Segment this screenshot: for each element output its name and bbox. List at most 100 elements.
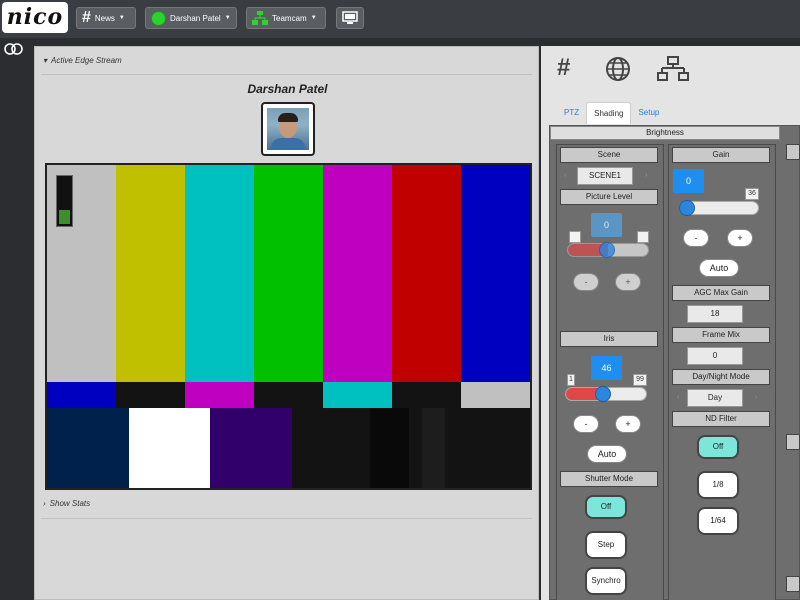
color-bar <box>210 408 292 488</box>
color-bar <box>461 382 530 408</box>
picture-level-max <box>637 231 649 243</box>
iris-value: 46 <box>591 356 622 380</box>
brightness-column-left: Scene ‹ SCENE1 › Picture Level 0 - + Iri… <box>556 144 664 600</box>
gain-plus-button[interactable]: + <box>727 229 753 247</box>
chevron-left-icon[interactable]: ‹ <box>677 394 679 401</box>
color-bars-middle <box>47 382 530 408</box>
chevron-left-icon[interactable]: ‹ <box>564 172 566 179</box>
chevron-down-icon: ▼ <box>118 15 125 21</box>
color-bar <box>392 165 461 382</box>
color-bar <box>254 382 323 408</box>
tab-shading[interactable]: Shading <box>586 102 632 124</box>
news-dropdown-button[interactable]: # News ▼ <box>76 7 136 29</box>
color-bar <box>185 382 254 408</box>
hash-icon: # <box>82 9 91 26</box>
picture-level-min <box>569 231 581 243</box>
iris-plus-button[interactable]: + <box>615 415 641 433</box>
picture-level-minus-button[interactable]: - <box>573 273 599 291</box>
nd-1-64-button[interactable]: 1/64 <box>697 507 739 535</box>
video-stream[interactable] <box>45 163 532 490</box>
shutter-step-button[interactable]: Step <box>585 531 627 559</box>
picture-level-value: 0 <box>591 213 622 237</box>
scene-select[interactable]: SCENE1 <box>577 167 633 185</box>
network-icon <box>252 11 268 25</box>
day-night-select[interactable]: Day <box>687 389 743 407</box>
color-bar <box>254 165 323 382</box>
day-night-label: Day/Night Mode <box>672 369 770 385</box>
iris-slider-thumb[interactable] <box>594 386 611 402</box>
globe-icon[interactable] <box>605 56 631 82</box>
color-bar <box>323 382 392 408</box>
avatar-photo <box>267 108 309 150</box>
audio-level-fill <box>59 210 70 224</box>
color-bar <box>185 165 254 382</box>
color-bar <box>422 408 446 488</box>
next-column-label-stub <box>786 576 800 592</box>
stream-panel: ▾ Active Edge Stream Darshan Patel › Sho… <box>34 46 539 600</box>
avatar[interactable] <box>261 102 315 156</box>
gain-minus-button[interactable]: - <box>683 229 709 247</box>
user-label: Darshan Patel <box>170 13 221 23</box>
color-bar <box>47 408 129 488</box>
iris-max: 99 <box>633 374 647 386</box>
iris-auto-button[interactable]: Auto <box>587 445 627 463</box>
picture-level-label: Picture Level <box>560 189 658 205</box>
shutter-off-button[interactable]: Off <box>585 495 627 519</box>
color-bars-bottom <box>47 408 530 488</box>
monitor-icon <box>342 11 358 24</box>
chevron-right-icon[interactable]: › <box>645 172 647 179</box>
user-dropdown-button[interactable]: Darshan Patel ▼ <box>145 7 237 29</box>
tab-ptz[interactable]: PTZ <box>557 102 586 124</box>
nd-off-button[interactable]: Off <box>697 435 739 459</box>
nd-1-8-button[interactable]: 1/8 <box>697 471 739 499</box>
color-bar <box>409 408 423 488</box>
camera-control-panel: # PTZ Shading Setup Brightness Scene ‹ S… <box>541 46 800 600</box>
chevron-right-icon: › <box>43 499 46 508</box>
color-bar <box>116 382 185 408</box>
hash-icon[interactable]: # <box>557 54 570 82</box>
stream-user-name: Darshan Patel <box>247 82 328 96</box>
color-bar <box>445 408 530 488</box>
color-bar <box>128 408 211 488</box>
control-tabs: PTZ Shading Setup <box>557 102 666 124</box>
picture-level-plus-button[interactable]: + <box>615 273 641 291</box>
show-stats-title: Show Stats <box>49 499 91 508</box>
tab-setup[interactable]: Setup <box>631 102 666 124</box>
sidebar-toggle-icon[interactable] <box>4 42 24 56</box>
divider <box>41 518 532 519</box>
team-label: Teamcam <box>272 13 307 23</box>
audio-level-meter <box>56 175 73 227</box>
color-bars-top <box>47 165 530 382</box>
next-column-label-stub <box>786 434 800 450</box>
chevron-down-icon: ▼ <box>224 15 231 21</box>
iris-minus-button[interactable]: - <box>573 415 599 433</box>
picture-level-thumb[interactable] <box>599 242 615 258</box>
shading-controls: Brightness Scene ‹ SCENE1 › Picture Leve… <box>549 125 800 600</box>
screen-share-button[interactable] <box>336 7 364 29</box>
gain-max: 36 <box>745 188 759 200</box>
chevron-down-icon: ▾ <box>43 56 48 65</box>
chevron-right-icon[interactable]: › <box>755 394 757 401</box>
color-bar <box>323 165 392 382</box>
color-bar <box>461 165 530 382</box>
gain-slider-thumb[interactable] <box>679 200 695 216</box>
active-stream-header[interactable]: ▾ Active Edge Stream <box>43 56 122 65</box>
show-stats-header[interactable]: › Show Stats <box>43 499 90 508</box>
iris-label: Iris <box>560 331 658 347</box>
brightness-title: Brightness <box>550 126 780 140</box>
nico-logo[interactable]: nico <box>2 2 68 33</box>
frame-mix-select[interactable]: 0 <box>687 347 743 365</box>
color-bar <box>291 408 371 488</box>
shutter-synchro-button[interactable]: Synchro <box>585 567 627 595</box>
network-icon[interactable] <box>657 56 689 82</box>
scene-label: Scene <box>560 147 658 163</box>
agc-max-gain-select[interactable]: 18 <box>687 305 743 323</box>
color-bar <box>370 408 410 488</box>
globe-icon <box>151 10 166 26</box>
brightness-column-right: Gain 0 36 - + Auto AGC Max Gain 18 Frame… <box>668 144 776 600</box>
color-bar <box>392 382 461 408</box>
gain-auto-button[interactable]: Auto <box>699 259 739 277</box>
team-dropdown-button[interactable]: Teamcam ▼ <box>246 7 326 29</box>
chevron-down-icon: ▼ <box>310 15 317 21</box>
news-label: News <box>94 13 115 23</box>
